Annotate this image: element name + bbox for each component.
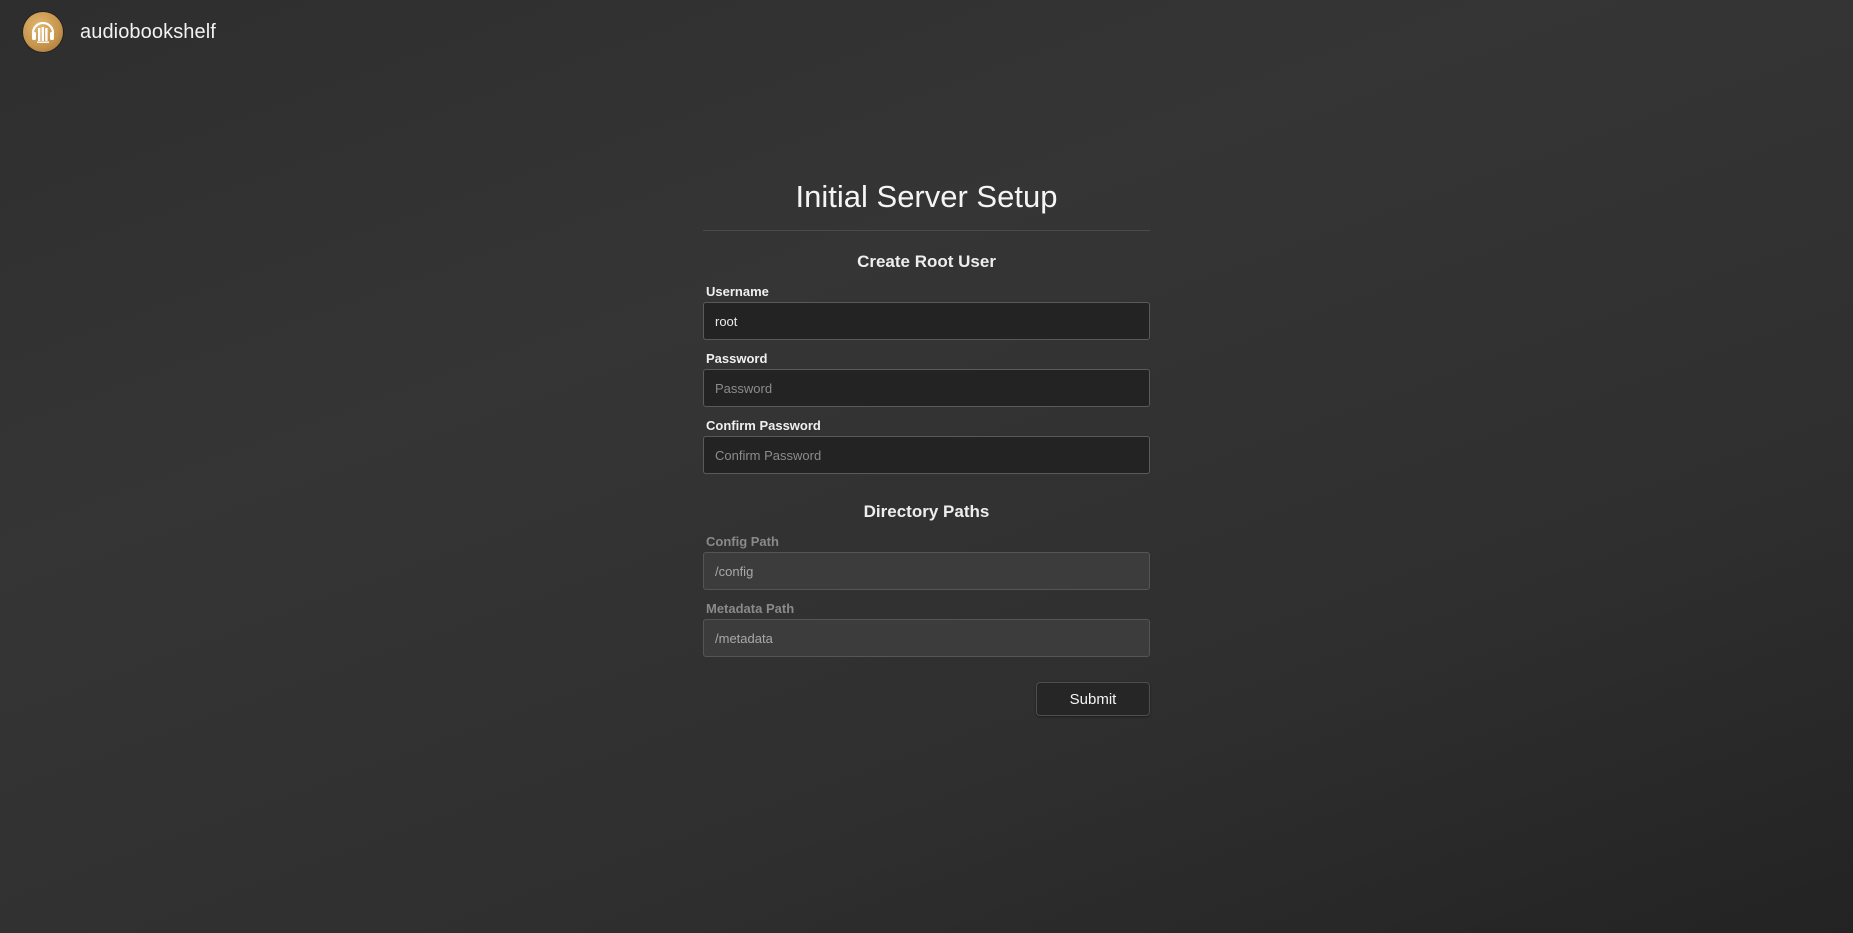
- page-title: Initial Server Setup: [795, 179, 1058, 214]
- config-path-label: Config Path: [706, 534, 779, 549]
- initial-setup-form: Initial Server Setup Create Root User Us…: [703, 176, 1150, 716]
- submit-button[interactable]: Submit: [1036, 682, 1150, 716]
- confirm-password-label: Confirm Password: [706, 418, 821, 433]
- app-name: audiobookshelf: [80, 20, 216, 43]
- form-actions: Submit: [703, 682, 1150, 716]
- audiobookshelf-logo-icon: [23, 12, 63, 52]
- password-field-group: Password: [703, 351, 1150, 407]
- metadata-path-input: [703, 619, 1150, 657]
- app-header: audiobookshelf: [23, 12, 216, 52]
- metadata-path-field-group: Metadata Path: [703, 601, 1150, 657]
- username-field-group: Username: [703, 284, 1150, 340]
- confirm-password-input[interactable]: [703, 436, 1150, 474]
- root-user-section-title: Create Root User: [857, 252, 996, 271]
- username-label: Username: [706, 284, 769, 299]
- metadata-path-label: Metadata Path: [706, 601, 795, 616]
- password-input[interactable]: [703, 369, 1150, 407]
- title-divider: [703, 230, 1150, 231]
- config-path-input: [703, 552, 1150, 590]
- username-input[interactable]: [703, 302, 1150, 340]
- confirm-password-field-group: Confirm Password: [703, 418, 1150, 474]
- config-path-field-group: Config Path: [703, 534, 1150, 590]
- directory-paths-section-title: Directory Paths: [863, 502, 990, 521]
- password-label: Password: [706, 351, 768, 366]
